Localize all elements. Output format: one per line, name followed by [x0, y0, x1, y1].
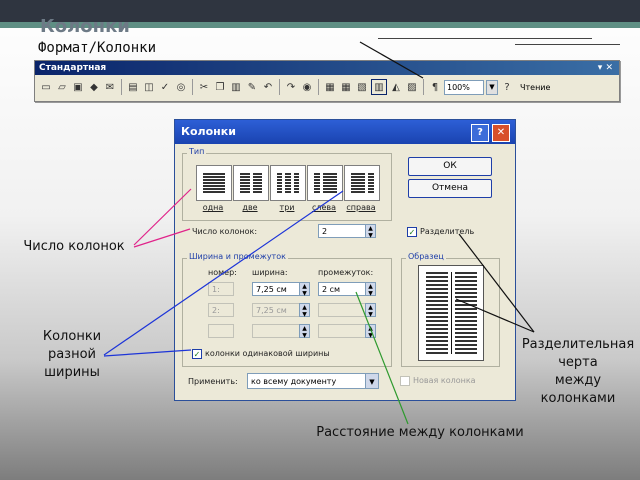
- arrow-to-presets: [133, 188, 192, 246]
- annotation-arrows: [103, 41, 535, 425]
- arrow-to-columns-icon: [359, 41, 424, 79]
- arrow-to-separator-line: [455, 298, 535, 333]
- arrow-to-separator-check: [458, 233, 535, 333]
- arrow-to-gap-field: [355, 291, 409, 425]
- arrow-to-num-cols: [133, 228, 191, 248]
- arrow-to-equal-width: [103, 349, 192, 357]
- arrow-to-left-preset: [103, 190, 344, 356]
